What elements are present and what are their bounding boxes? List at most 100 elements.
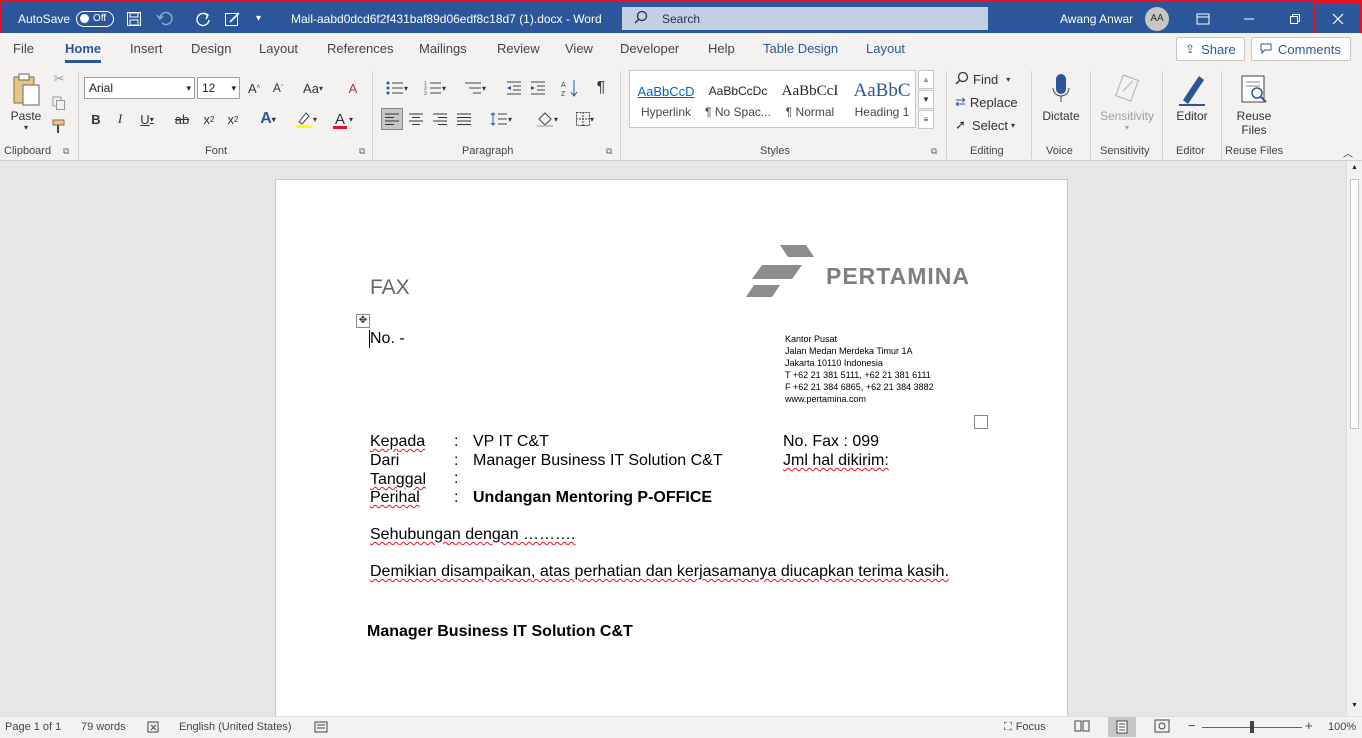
scroll-down-icon[interactable]: ▼ <box>1351 702 1358 709</box>
grow-font-icon[interactable]: A ^ <box>244 77 264 99</box>
styles-more-icon[interactable]: ≡ <box>918 110 934 129</box>
edit-doc-icon[interactable] <box>224 2 241 35</box>
bold-icon[interactable]: B <box>86 108 106 130</box>
share-button[interactable]: ⇪ Share <box>1176 37 1245 61</box>
multilevel-list-icon[interactable]: ▾ <box>458 77 492 99</box>
style-normal[interactable]: AaBbCcI ¶ Normal <box>774 79 846 120</box>
change-case-icon[interactable]: Aa ▾ <box>298 77 328 99</box>
font-color-icon[interactable]: A ▾ <box>329 108 359 130</box>
tab-file[interactable]: File <box>13 41 34 56</box>
styles-launcher-icon[interactable]: ⧉ <box>931 146 937 157</box>
scroll-up-icon[interactable]: ▲ <box>1351 164 1358 171</box>
font-size-combo[interactable]: 12 ▾ <box>197 77 240 99</box>
tab-table-layout[interactable]: Layout <box>866 41 905 56</box>
reuse-files-button[interactable]: Reuse Files <box>1228 69 1280 137</box>
dictate-button[interactable]: Dictate <box>1038 69 1084 123</box>
restore-icon[interactable] <box>1272 2 1318 35</box>
zoom-out-icon[interactable]: − <box>1188 718 1196 733</box>
user-avatar[interactable]: AA <box>1145 2 1169 35</box>
show-formatting-marks-icon[interactable]: ¶ <box>590 77 612 99</box>
word-count[interactable]: 79 words <box>81 721 126 733</box>
style-hyperlink[interactable]: AaBbCcD Hyperlink <box>630 79 702 120</box>
numbering-icon[interactable]: 1 2 3 ▾ <box>418 77 452 99</box>
align-left-icon[interactable] <box>381 108 403 130</box>
table-resize-handle[interactable] <box>974 415 988 429</box>
tab-review[interactable]: Review <box>497 41 540 56</box>
document-page[interactable]: FAX PERTAMINA ✥ No. - Kantor Pusat Jalan… <box>275 179 1068 716</box>
bullets-icon[interactable]: ▾ <box>382 77 412 99</box>
read-mode-icon[interactable] <box>1074 719 1090 736</box>
decrease-indent-icon[interactable] <box>503 77 525 99</box>
align-right-icon[interactable] <box>429 108 451 130</box>
tab-developer[interactable]: Developer <box>620 41 679 56</box>
scrollbar-thumb[interactable] <box>1350 179 1359 429</box>
subscript-icon[interactable]: x2 <box>199 108 219 130</box>
autosave[interactable]: AutoSave Off <box>18 2 115 35</box>
tab-table-design[interactable]: Table Design <box>763 41 838 56</box>
copy-icon[interactable] <box>50 94 68 112</box>
accessibility-icon[interactable] <box>314 721 328 736</box>
minimize-icon[interactable] <box>1226 2 1272 35</box>
web-layout-icon[interactable] <box>1154 719 1170 736</box>
borders-icon[interactable]: ▾ <box>568 108 602 130</box>
tab-view[interactable]: View <box>565 41 593 56</box>
line-spacing-icon[interactable]: ▾ <box>484 108 518 130</box>
paragraph-launcher-icon[interactable]: ⧉ <box>606 146 612 157</box>
styles-scroll-down-icon[interactable]: ▼ <box>918 90 934 109</box>
print-layout-icon[interactable] <box>1108 717 1136 737</box>
cut-icon[interactable]: ✂ <box>50 70 68 88</box>
italic-icon[interactable]: I <box>110 108 130 130</box>
redo-icon[interactable] <box>195 2 211 35</box>
style-heading-1[interactable]: AaBbC Heading 1 <box>846 79 918 119</box>
comments-button[interactable]: Comments <box>1251 37 1351 61</box>
select-button[interactable]: ➚ Select ▾ <box>955 114 1015 136</box>
search-box[interactable]: Search <box>622 7 988 30</box>
underline-icon[interactable]: U ▾ <box>134 108 160 130</box>
styles-gallery[interactable]: AaBbCcD Hyperlink AaBbCcDc ¶ No Spac... … <box>629 70 916 128</box>
page-count[interactable]: Page 1 of 1 <box>5 721 61 733</box>
format-painter-icon[interactable] <box>50 117 68 135</box>
styles-scroll-up-icon[interactable]: ▲ <box>918 70 934 89</box>
shading-icon[interactable]: ▾ <box>530 108 564 130</box>
close-icon[interactable] <box>1314 2 1361 35</box>
tab-design[interactable]: Design <box>191 41 231 56</box>
tab-references[interactable]: References <box>327 41 393 56</box>
paste-button[interactable]: Paste ▾ <box>6 69 46 132</box>
tab-help[interactable]: Help <box>708 41 735 56</box>
table-move-handle-icon[interactable]: ✥ <box>356 314 370 328</box>
paste-dropdown-icon[interactable]: ▾ <box>6 123 46 132</box>
proofing-icon[interactable] <box>147 721 161 736</box>
vertical-scrollbar[interactable]: ▲ ▼ <box>1346 161 1362 716</box>
replace-button[interactable]: ⇄ Replace <box>955 91 1018 113</box>
strikethrough-icon[interactable]: ab <box>171 108 193 130</box>
save-icon[interactable] <box>126 2 142 35</box>
clear-formatting-icon[interactable]: A <box>342 77 364 99</box>
increase-indent-icon[interactable] <box>527 77 549 99</box>
undo-icon[interactable] <box>156 2 174 35</box>
tab-insert[interactable]: Insert <box>130 41 163 56</box>
collapse-ribbon-icon[interactable]: ︿ <box>1343 145 1353 160</box>
focus-button[interactable]: ⛶ Focus <box>1004 721 1046 734</box>
tab-mailings[interactable]: Mailings <box>419 41 467 56</box>
sort-icon[interactable]: AZ <box>558 77 582 99</box>
justify-icon[interactable] <box>453 108 475 130</box>
highlight-color-icon[interactable]: ▾ <box>290 108 322 130</box>
ribbon-display-options-icon[interactable] <box>1180 2 1226 35</box>
style-no-spacing[interactable]: AaBbCcDc ¶ No Spac... <box>702 79 774 119</box>
align-center-icon[interactable] <box>405 108 427 130</box>
shrink-font-icon[interactable]: Aˇ <box>268 77 288 99</box>
editor-button[interactable]: Editor <box>1168 69 1216 123</box>
autosave-toggle[interactable]: Off <box>76 10 115 27</box>
superscript-icon[interactable]: x2 <box>223 108 243 130</box>
tab-layout[interactable]: Layout <box>259 41 298 56</box>
zoom-in-icon[interactable]: + <box>1305 718 1313 733</box>
font-name-combo[interactable]: Arial ▾ <box>84 77 195 99</box>
zoom-slider-thumb[interactable] <box>1250 721 1254 733</box>
zoom-slider[interactable] <box>1202 721 1302 733</box>
customize-qat-icon[interactable]: ▾ <box>256 2 261 35</box>
sensitivity-button[interactable]: Sensitivity ▾ <box>1096 69 1158 132</box>
clipboard-launcher-icon[interactable]: ⧉ <box>63 146 69 157</box>
find-button[interactable]: Find ▾ <box>955 68 1010 90</box>
text-effects-icon[interactable]: A ▾ <box>253 108 283 130</box>
zoom-level[interactable]: 100% <box>1328 721 1356 733</box>
